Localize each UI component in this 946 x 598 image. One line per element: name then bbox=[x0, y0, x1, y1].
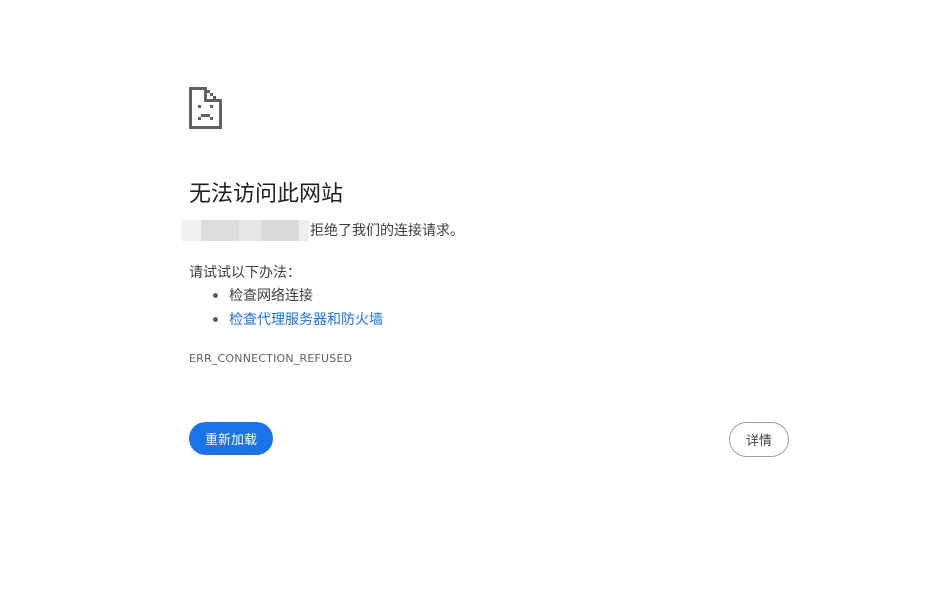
bullet-icon bbox=[213, 317, 218, 322]
details-button[interactable]: 详情 bbox=[729, 422, 789, 457]
error-message: 拒绝了我们的连接请求。 bbox=[181, 219, 464, 241]
reload-button[interactable]: 重新加载 bbox=[189, 422, 273, 455]
bullet-icon bbox=[213, 293, 218, 298]
suggestion-item-check-network: 检查网络连接 bbox=[189, 286, 383, 310]
error-code: ERR_CONNECTION_REFUSED bbox=[189, 352, 353, 365]
suggestions-heading: 请试试以下办法： bbox=[189, 265, 301, 281]
check-proxy-firewall-link[interactable]: 检查代理服务器和防火墙 bbox=[229, 312, 383, 328]
suggestions-list: 检查网络连接 检查代理服务器和防火墙 bbox=[189, 286, 383, 334]
sad-page-icon bbox=[189, 87, 222, 129]
suggestion-item-check-proxy: 检查代理服务器和防火墙 bbox=[189, 310, 383, 334]
error-page: 无法访问此网站 拒绝了我们的连接请求。 请试试以下办法： 检查网络连接 检查代理… bbox=[0, 0, 946, 598]
redacted-host bbox=[181, 219, 309, 241]
suggestion-label: 检查网络连接 bbox=[229, 288, 313, 304]
page-title: 无法访问此网站 bbox=[189, 182, 344, 207]
error-message-text: 拒绝了我们的连接请求。 bbox=[310, 223, 464, 239]
